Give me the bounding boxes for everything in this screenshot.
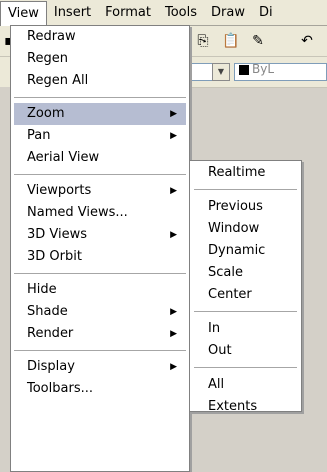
submenu-arrow-icon: ▶ <box>170 307 177 317</box>
menu-item-label: Regen All <box>27 73 89 88</box>
menu-bar: View Insert Format Tools Draw Di <box>0 0 327 26</box>
app-window: View Insert Format Tools Draw Di ▪ ⎘ 📋 ✎… <box>0 0 327 472</box>
view-menu: Redraw Regen Regen All Zoom ▶ Pan ▶ Aerial… <box>10 25 190 472</box>
menu-item-toolbars[interactable]: Toolbars... <box>11 378 189 400</box>
menu-item-label: Redraw <box>27 29 76 44</box>
menu-draw[interactable]: Draw <box>204 0 252 25</box>
menu-item-label: 3D Orbit <box>27 249 82 264</box>
submenu-arrow-icon: ▶ <box>170 230 177 240</box>
menu-item-label: Render <box>27 326 74 341</box>
menu-item-zoom[interactable]: Zoom ▶ <box>14 103 186 125</box>
menu-item-pan[interactable]: Pan ▶ <box>11 125 189 147</box>
menu-item-hide[interactable]: Hide <box>11 279 189 301</box>
zoom-submenu: Realtime Previous Window Dynamic Scale C… <box>189 160 302 414</box>
zoom-item-realtime[interactable]: Realtime <box>190 162 301 184</box>
menu-item-display[interactable]: Display ▶ <box>11 356 189 378</box>
menu-item-redraw[interactable]: Redraw <box>11 26 189 48</box>
menu-item-label: Display <box>27 359 75 374</box>
zoom-item-dynamic[interactable]: Dynamic <box>190 240 301 262</box>
menu-item-label: Hide <box>27 282 57 297</box>
menu-separator <box>194 189 297 190</box>
menu-item-label: Aerial View <box>27 150 100 165</box>
menu-item-label: Viewports <box>27 183 92 198</box>
menu-item-named-views[interactable]: Named Views... <box>11 202 189 224</box>
zoom-item-extents[interactable]: Extents <box>190 396 301 418</box>
menu-item-label: Shade <box>27 304 68 319</box>
zoom-item-window[interactable]: Window <box>190 218 301 240</box>
submenu-arrow-icon: ▶ <box>170 362 177 372</box>
menu-item-render[interactable]: Render ▶ <box>11 323 189 345</box>
menu-separator <box>194 367 297 368</box>
menu-separator <box>14 273 186 274</box>
zoom-item-scale[interactable]: Scale <box>190 262 301 284</box>
menu-format[interactable]: Format <box>98 0 158 25</box>
menu-item-aerial-view[interactable]: Aerial View <box>11 147 189 169</box>
menu-item-3d-orbit[interactable]: 3D Orbit <box>11 246 189 268</box>
menu-tools[interactable]: Tools <box>158 0 204 25</box>
match-properties-icon[interactable]: ✎ <box>249 32 267 50</box>
menu-item-3d-views[interactable]: 3D Views ▶ <box>11 224 189 246</box>
zoom-item-previous[interactable]: Previous <box>190 196 301 218</box>
menu-item-label: 3D Views <box>27 227 88 242</box>
menu-item-label: Pan <box>27 128 51 143</box>
zoom-item-all[interactable]: All <box>190 374 301 396</box>
paste-icon[interactable]: 📋 <box>222 32 240 50</box>
zoom-item-out[interactable]: Out <box>190 340 301 362</box>
menu-separator <box>14 174 186 175</box>
menu-item-regen[interactable]: Regen <box>11 48 189 70</box>
menu-dimension[interactable]: Di <box>252 0 280 25</box>
menu-item-label: Toolbars... <box>27 381 93 396</box>
zoom-item-center[interactable]: Center <box>190 284 301 306</box>
menu-view[interactable]: View <box>0 0 47 26</box>
menu-item-label: Zoom <box>27 106 65 121</box>
menu-separator <box>194 311 297 312</box>
submenu-arrow-icon: ▶ <box>170 329 177 339</box>
zoom-item-in[interactable]: In <box>190 318 301 340</box>
menu-item-label: Regen <box>27 51 68 66</box>
chevron-down-icon[interactable]: ▼ <box>212 63 230 81</box>
color-swatch <box>239 65 249 75</box>
color-combo-value: ByL <box>252 62 275 76</box>
menu-item-label: Named Views... <box>27 205 128 220</box>
submenu-arrow-icon: ▶ <box>170 186 177 196</box>
menu-item-viewports[interactable]: Viewports ▶ <box>11 180 189 202</box>
menu-item-shade[interactable]: Shade ▶ <box>11 301 189 323</box>
menu-item-regen-all[interactable]: Regen All <box>11 70 189 92</box>
submenu-arrow-icon: ▶ <box>170 109 177 119</box>
menu-separator <box>14 97 186 98</box>
undo-icon[interactable]: ↶ <box>298 32 316 50</box>
submenu-arrow-icon: ▶ <box>170 131 177 141</box>
drawing-area-edge <box>0 87 10 472</box>
menu-insert[interactable]: Insert <box>47 0 98 25</box>
copy-icon[interactable]: ⎘ <box>194 32 212 50</box>
menu-separator <box>14 350 186 351</box>
